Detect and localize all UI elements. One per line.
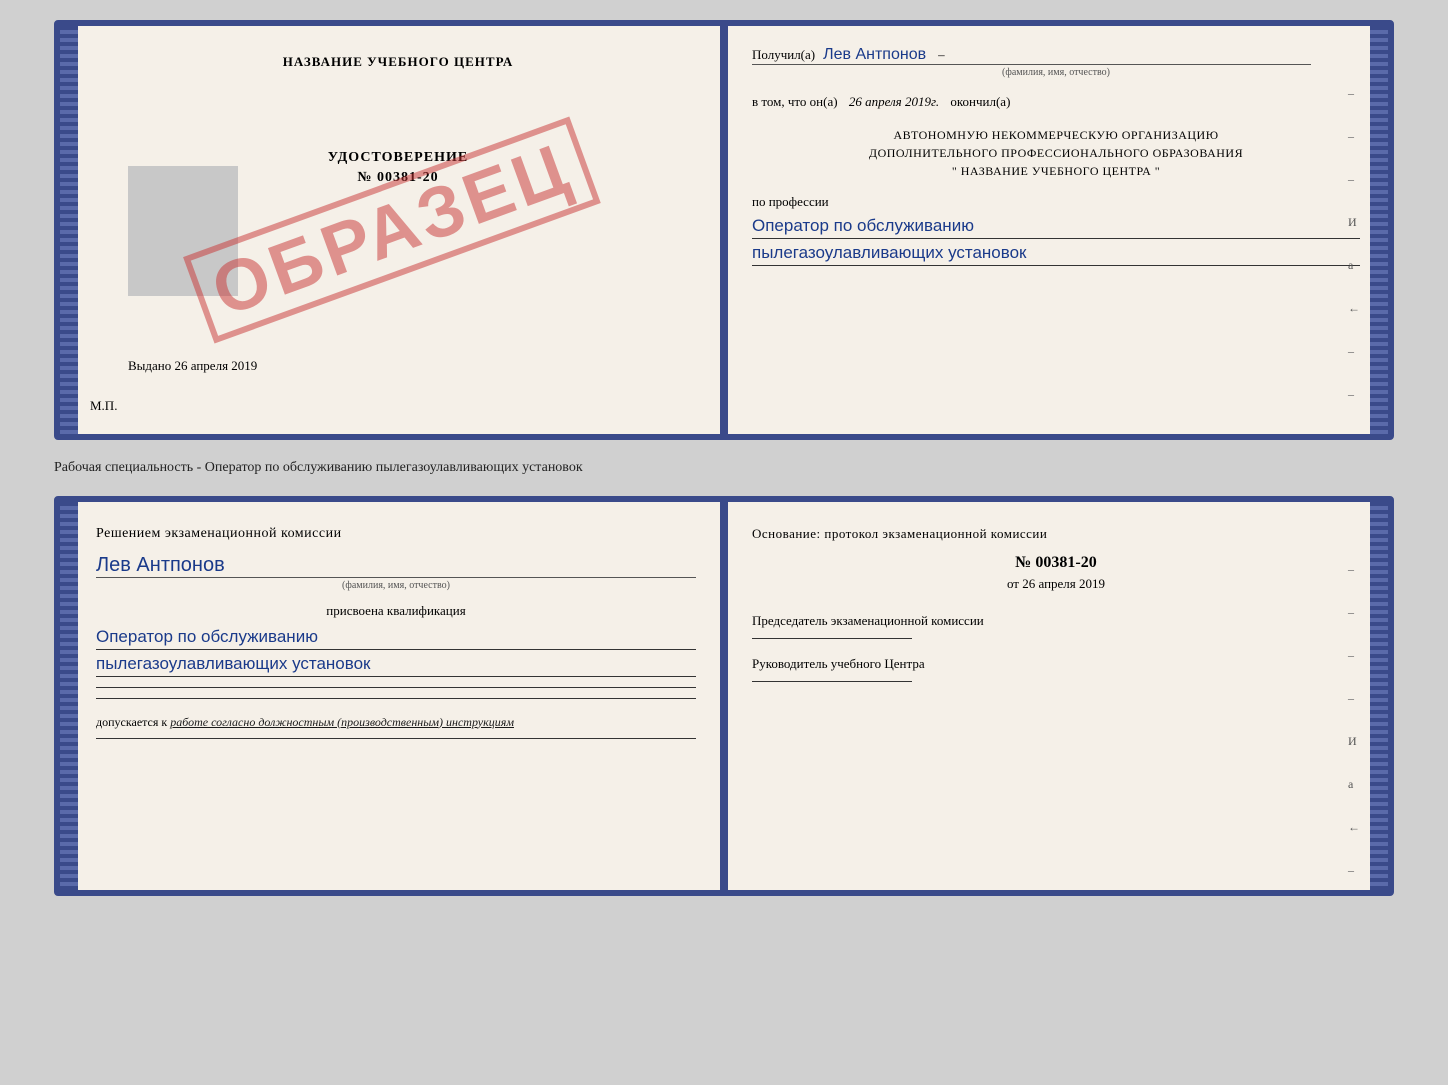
org-line1: АВТОНОМНУЮ НЕКОММЕРЧЕСКУЮ ОРГАНИЗАЦИЮ: [752, 126, 1360, 144]
protocol-number: № 00381-20: [752, 554, 1360, 572]
top-certificate-book: НАЗВАНИЕ УЧЕБНОГО ЦЕНТРА ОБРАЗЕЦ УДОСТОВ…: [54, 20, 1394, 440]
blank-line-3: [96, 738, 696, 739]
org-line3: " НАЗВАНИЕ УЧЕБНОГО ЦЕНТРА ": [752, 162, 1360, 180]
chairman-signature-line: [752, 638, 912, 639]
bottom-profession-line1: Оператор по обслуживанию: [96, 625, 696, 650]
bottom-left-page: Решением экзаменационной комиссии Лев Ан…: [60, 502, 724, 890]
allow-label-text: допускается к: [96, 715, 167, 729]
fio-label-top: (фамилия, имя, отчество): [752, 67, 1360, 78]
person-name: Лев Антпонов: [96, 554, 696, 578]
qualification-label: присвоена квалификация: [96, 603, 696, 619]
mp-label: М.П.: [90, 398, 117, 414]
profession-line1: Оператор по обслуживанию: [752, 214, 1360, 239]
protocol-date-prefix: от: [1007, 576, 1019, 591]
cert-type-label: УДОСТОВЕРЕНИЕ: [96, 150, 700, 166]
document-container: НАЗВАНИЕ УЧЕБНОГО ЦЕНТРА ОБРАЗЕЦ УДОСТОВ…: [54, 20, 1394, 896]
protocol-date: от 26 апреля 2019: [752, 576, 1360, 592]
profession-label: по профессии: [752, 194, 1360, 210]
profession-line2: пылегазоулавливающих установок: [752, 241, 1360, 266]
right-edge-labels: – – – И а ← – – – –: [1348, 86, 1360, 440]
allow-label: допускается к работе согласно должностны…: [96, 715, 696, 730]
received-label: Получил(а): [752, 47, 815, 63]
blank-line-1: [96, 687, 696, 688]
bottom-profession-line2: пылегазоулавливающих установок: [96, 652, 696, 677]
fio-label-bottom: (фамилия, имя, отчество): [96, 580, 696, 591]
date-line: в том, что он(а) 26 апреля 2019г. окончи…: [752, 94, 1360, 110]
issued-label: Выдано: [128, 358, 171, 373]
completed-label: окончил(а): [950, 94, 1010, 109]
chairman-label: Председатель экзаменационной комиссии: [752, 612, 1360, 630]
bottom-right-page: Основание: протокол экзаменационной коми…: [724, 502, 1388, 890]
org-block: АВТОНОМНУЮ НЕКОММЕРЧЕСКУЮ ОРГАНИЗАЦИЮ ДО…: [752, 126, 1360, 180]
head-label: Руководитель учебного Центра: [752, 655, 1360, 673]
school-name-title: НАЗВАНИЕ УЧЕБНОГО ЦЕНТРА: [96, 54, 700, 70]
bottom-certificate-book: Решением экзаменационной комиссии Лев Ан…: [54, 496, 1394, 896]
subtitle: Рабочая специальность - Оператор по обсл…: [54, 452, 1394, 484]
decision-text: Решением экзаменационной комиссии: [96, 526, 696, 542]
issued-date-value: 26 апреля 2019: [175, 358, 258, 373]
allow-value: работе согласно должностным (производств…: [170, 715, 514, 729]
issued-date: Выдано 26 апреля 2019: [128, 358, 257, 374]
date-value: 26 апреля 2019г.: [849, 94, 939, 109]
org-line2: ДОПОЛНИТЕЛЬНОГО ПРОФЕССИОНАЛЬНОГО ОБРАЗО…: [752, 144, 1360, 162]
basis-label: Основание: протокол экзаменационной коми…: [752, 526, 1360, 542]
photo-placeholder: [128, 166, 238, 296]
top-right-page: Получил(а) Лев Антпонов – (фамилия, имя,…: [724, 26, 1388, 434]
blank-line-2: [96, 698, 696, 699]
head-signature-line: [752, 681, 912, 682]
head-block: Руководитель учебного Центра: [752, 655, 1360, 682]
chairman-block: Председатель экзаменационной комиссии: [752, 612, 1360, 639]
top-left-page: НАЗВАНИЕ УЧЕБНОГО ЦЕНТРА ОБРАЗЕЦ УДОСТОВ…: [60, 26, 724, 434]
bottom-right-edge-labels: – – – – И а ← – – – –: [1348, 562, 1360, 896]
protocol-date-value: 26 апреля 2019: [1022, 576, 1105, 591]
date-prefix: в том, что он(а): [752, 94, 838, 109]
recipient-name: Лев Антпонов: [823, 46, 926, 64]
